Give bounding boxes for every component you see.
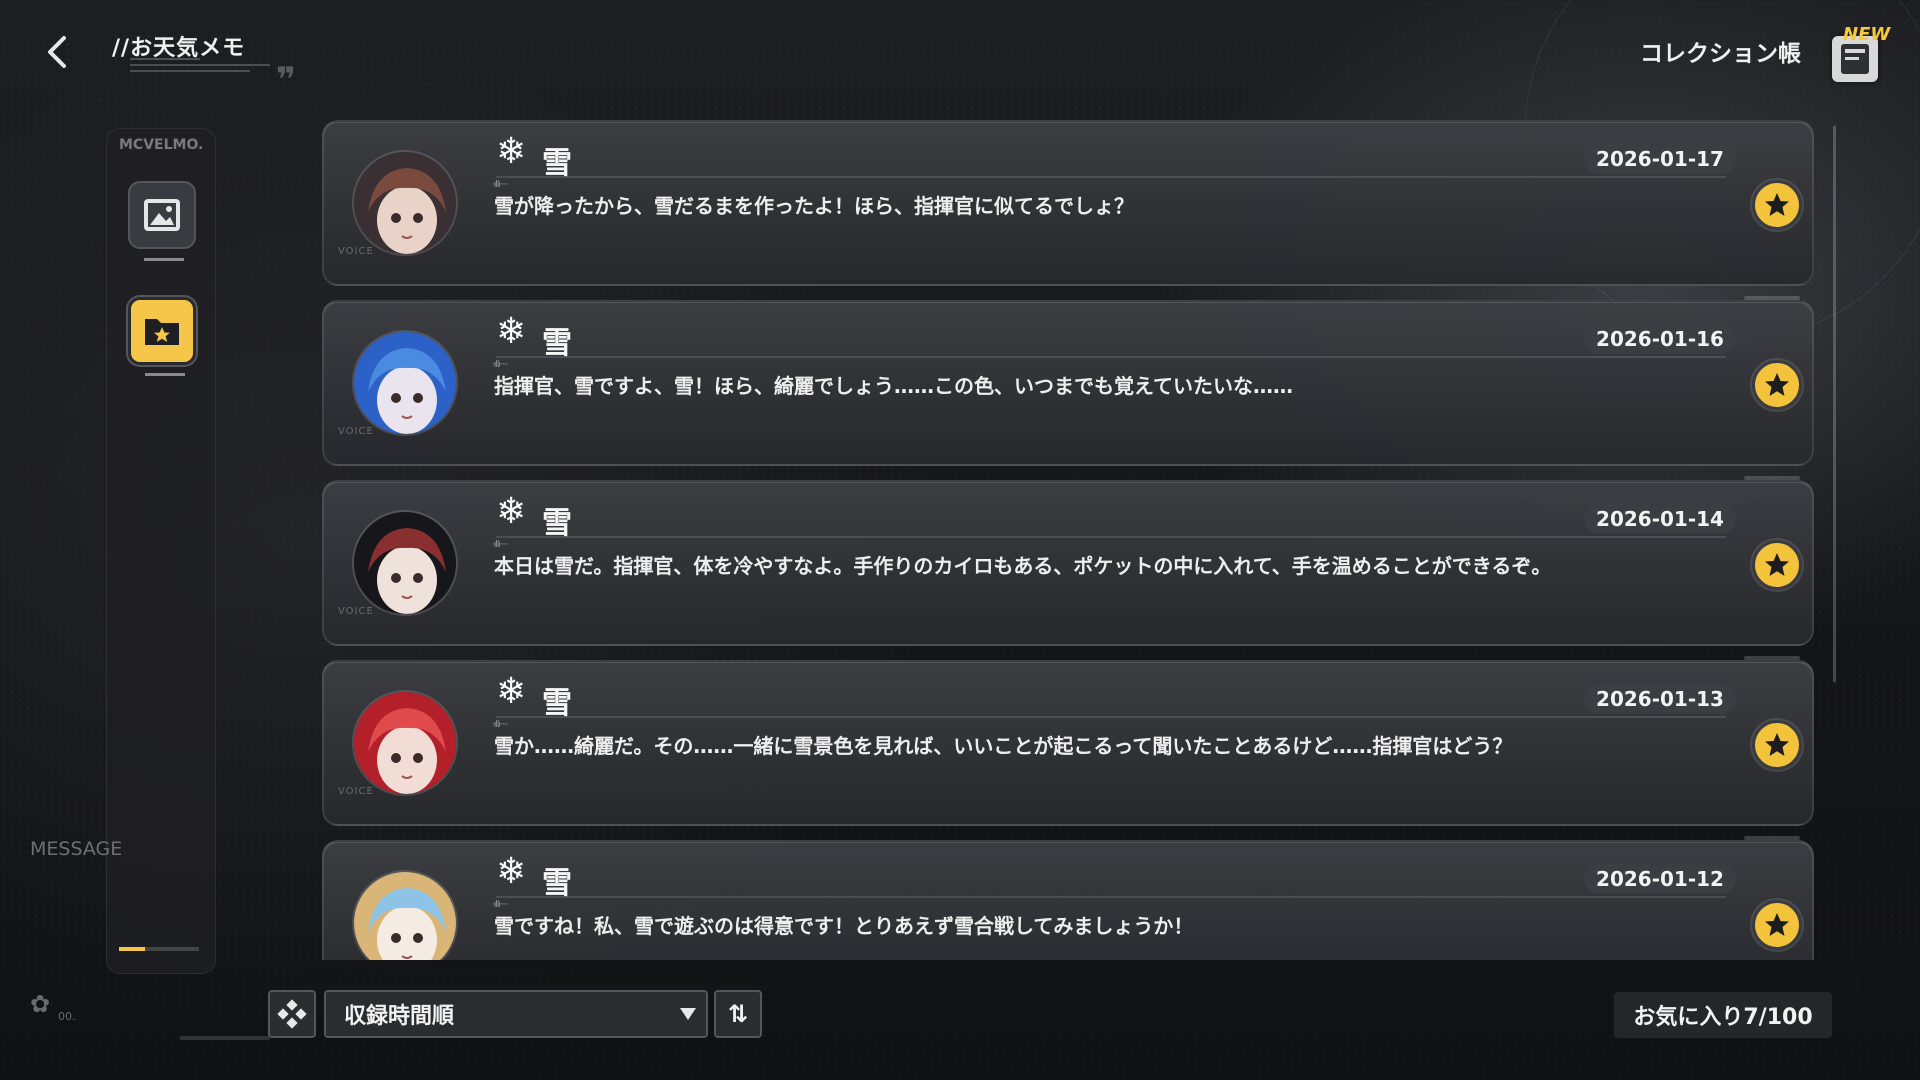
star-folder-icon <box>145 319 179 345</box>
memo-card[interactable]: VOICE ❄ 雪 ·ıllı···· 2026-01-16 指揮官、雪ですよ、雪！ほら、… <box>322 296 1814 466</box>
sidebar-item-underline <box>144 258 184 261</box>
star-icon <box>1765 553 1789 576</box>
filter-diamond-icon <box>277 999 307 1029</box>
card-tab <box>1744 476 1800 480</box>
character-avatar[interactable] <box>352 150 458 256</box>
snowflake-icon: ❄ <box>496 671 527 712</box>
memo-date: 2026-01-13 <box>1584 684 1736 714</box>
corner-deco-text: 00. <box>58 1010 76 1023</box>
title-decoration <box>130 58 280 88</box>
message-label: MESSAGE <box>30 838 123 860</box>
sidebar-item-underline <box>145 373 185 376</box>
memo-date: 2026-01-12 <box>1584 864 1736 894</box>
memo-text: 雪が降ったから、雪だるまを作ったよ！ほら、指揮官に似てるでしょ？ <box>494 194 1134 218</box>
memo-card[interactable]: VOICE❄雪·ıllı····2026-01-12雪ですね！私、雪で遊ぶのは得… <box>322 836 1814 960</box>
memo-date: 2026-01-14 <box>1584 504 1736 534</box>
voice-wave-icon: ·ıllı···· <box>492 180 508 190</box>
memo-date: 2026-01-16 <box>1584 324 1736 354</box>
corner-flower-icon: ✿ <box>30 990 51 1018</box>
memo-text: 指揮官、雪ですよ、雪！ほら、綺麗でしょう……この色、いつまでも覚えていたいな…… <box>494 374 1293 398</box>
character-portrait-icon <box>354 872 456 960</box>
favorite-star-button[interactable] <box>1752 900 1802 950</box>
favorite-star-button[interactable] <box>1752 360 1802 410</box>
avatar-voice-tag: VOICE <box>338 426 374 437</box>
list-fade <box>300 960 1860 990</box>
character-portrait-icon <box>354 152 456 254</box>
quote-icon: ❞ <box>276 60 296 100</box>
memo-text: 雪ですね！私、雪で遊ぶのは得意です！とりあえず雪合戦してみましょうか！ <box>494 914 1194 938</box>
snowflake-icon: ❄ <box>496 491 527 532</box>
sidebar-progress-fill <box>119 947 145 951</box>
character-avatar[interactable] <box>352 510 458 616</box>
sidebar-item-favorite[interactable] <box>128 297 196 376</box>
card-tab <box>1744 836 1800 840</box>
card-divider <box>496 716 1726 718</box>
sidebar: MCVELMO. <box>106 128 216 974</box>
avatar-voice-tag: VOICE <box>338 246 374 257</box>
scrollbar[interactable] <box>1833 126 1836 682</box>
memo-text: 雪か……綺麗だ。その……一緒に雪景色を見れば、いいことが起こるって聞いたことある… <box>494 734 1513 758</box>
back-button[interactable] <box>38 28 78 76</box>
snowflake-icon: ❄ <box>496 131 527 172</box>
card-divider <box>496 356 1726 358</box>
snowflake-icon: ❄ <box>496 851 527 892</box>
memo-date: 2026-01-17 <box>1584 144 1736 174</box>
avatar-voice-tag: VOICE <box>338 606 374 617</box>
favorite-star-button[interactable] <box>1752 720 1802 770</box>
card-tab <box>1744 656 1800 660</box>
memo-card[interactable]: VOICE ❄ 雪 ·ıllı···· 2026-01-13 雪か……綺麗だ。その……一緒… <box>322 656 1814 826</box>
star-icon <box>1765 913 1789 936</box>
star-icon <box>1765 193 1789 216</box>
star-icon <box>1765 733 1789 756</box>
memo-card[interactable]: VOICE ❄ 雪 ·ıllı···· 2026-01-17 雪が降ったから、雪だるまを作… <box>322 120 1814 286</box>
card-divider <box>496 896 1726 898</box>
voice-wave-icon: ·ıllı···· <box>492 720 508 730</box>
favorite-star-button[interactable] <box>1752 540 1802 590</box>
card-tab <box>1744 296 1800 300</box>
new-badge: NEW <box>1843 24 1891 45</box>
star-icon <box>1765 373 1789 396</box>
sort-select-label: 収録時間順 <box>344 1004 455 1029</box>
voice-wave-icon: ·ıllı···· <box>492 360 508 370</box>
favorite-star-button[interactable] <box>1752 180 1802 230</box>
corner-deco-line <box>180 1036 270 1040</box>
favorites-count: お気に入り7/100 <box>1614 992 1832 1038</box>
image-icon <box>144 199 180 231</box>
voice-wave-icon: ·ıllı···· <box>492 540 508 550</box>
card-divider <box>496 176 1726 178</box>
character-avatar[interactable] <box>352 690 458 796</box>
memo-card[interactable]: VOICE ❄ 雪 ·ıllı···· 2026-01-14 本日は雪だ。指揮官、体を冷や… <box>322 476 1814 646</box>
character-avatar[interactable] <box>352 870 458 960</box>
character-portrait-icon <box>354 512 456 614</box>
sort-order-button[interactable]: ⇅ <box>714 990 762 1038</box>
memo-list[interactable]: VOICE ❄ 雪 ·ıllı···· 2026-01-17 雪が降ったから、雪だるまを作… <box>322 120 1816 960</box>
snowflake-icon: ❄ <box>496 311 527 352</box>
sort-order-icon: ⇅ <box>727 1000 749 1028</box>
card-divider <box>496 536 1726 538</box>
sidebar-item-gallery[interactable] <box>128 181 196 261</box>
sort-select[interactable]: 収録時間順 <box>324 990 708 1038</box>
voice-wave-icon: ·ıllı···· <box>492 900 508 910</box>
character-portrait-icon <box>354 332 456 434</box>
avatar-voice-tag: VOICE <box>338 786 374 797</box>
caret-down-icon <box>680 1008 696 1020</box>
character-avatar[interactable] <box>352 330 458 436</box>
character-portrait-icon <box>354 692 456 794</box>
sidebar-logo: MCVELMO. <box>119 137 204 153</box>
filter-button[interactable] <box>268 990 316 1038</box>
chevron-left-icon <box>48 36 66 68</box>
memo-text: 本日は雪だ。指揮官、体を冷やすなよ。手作りのカイロもある、ポケットの中に入れて、… <box>494 554 1552 578</box>
collection-label[interactable]: コレクション帳 <box>1640 34 1801 68</box>
